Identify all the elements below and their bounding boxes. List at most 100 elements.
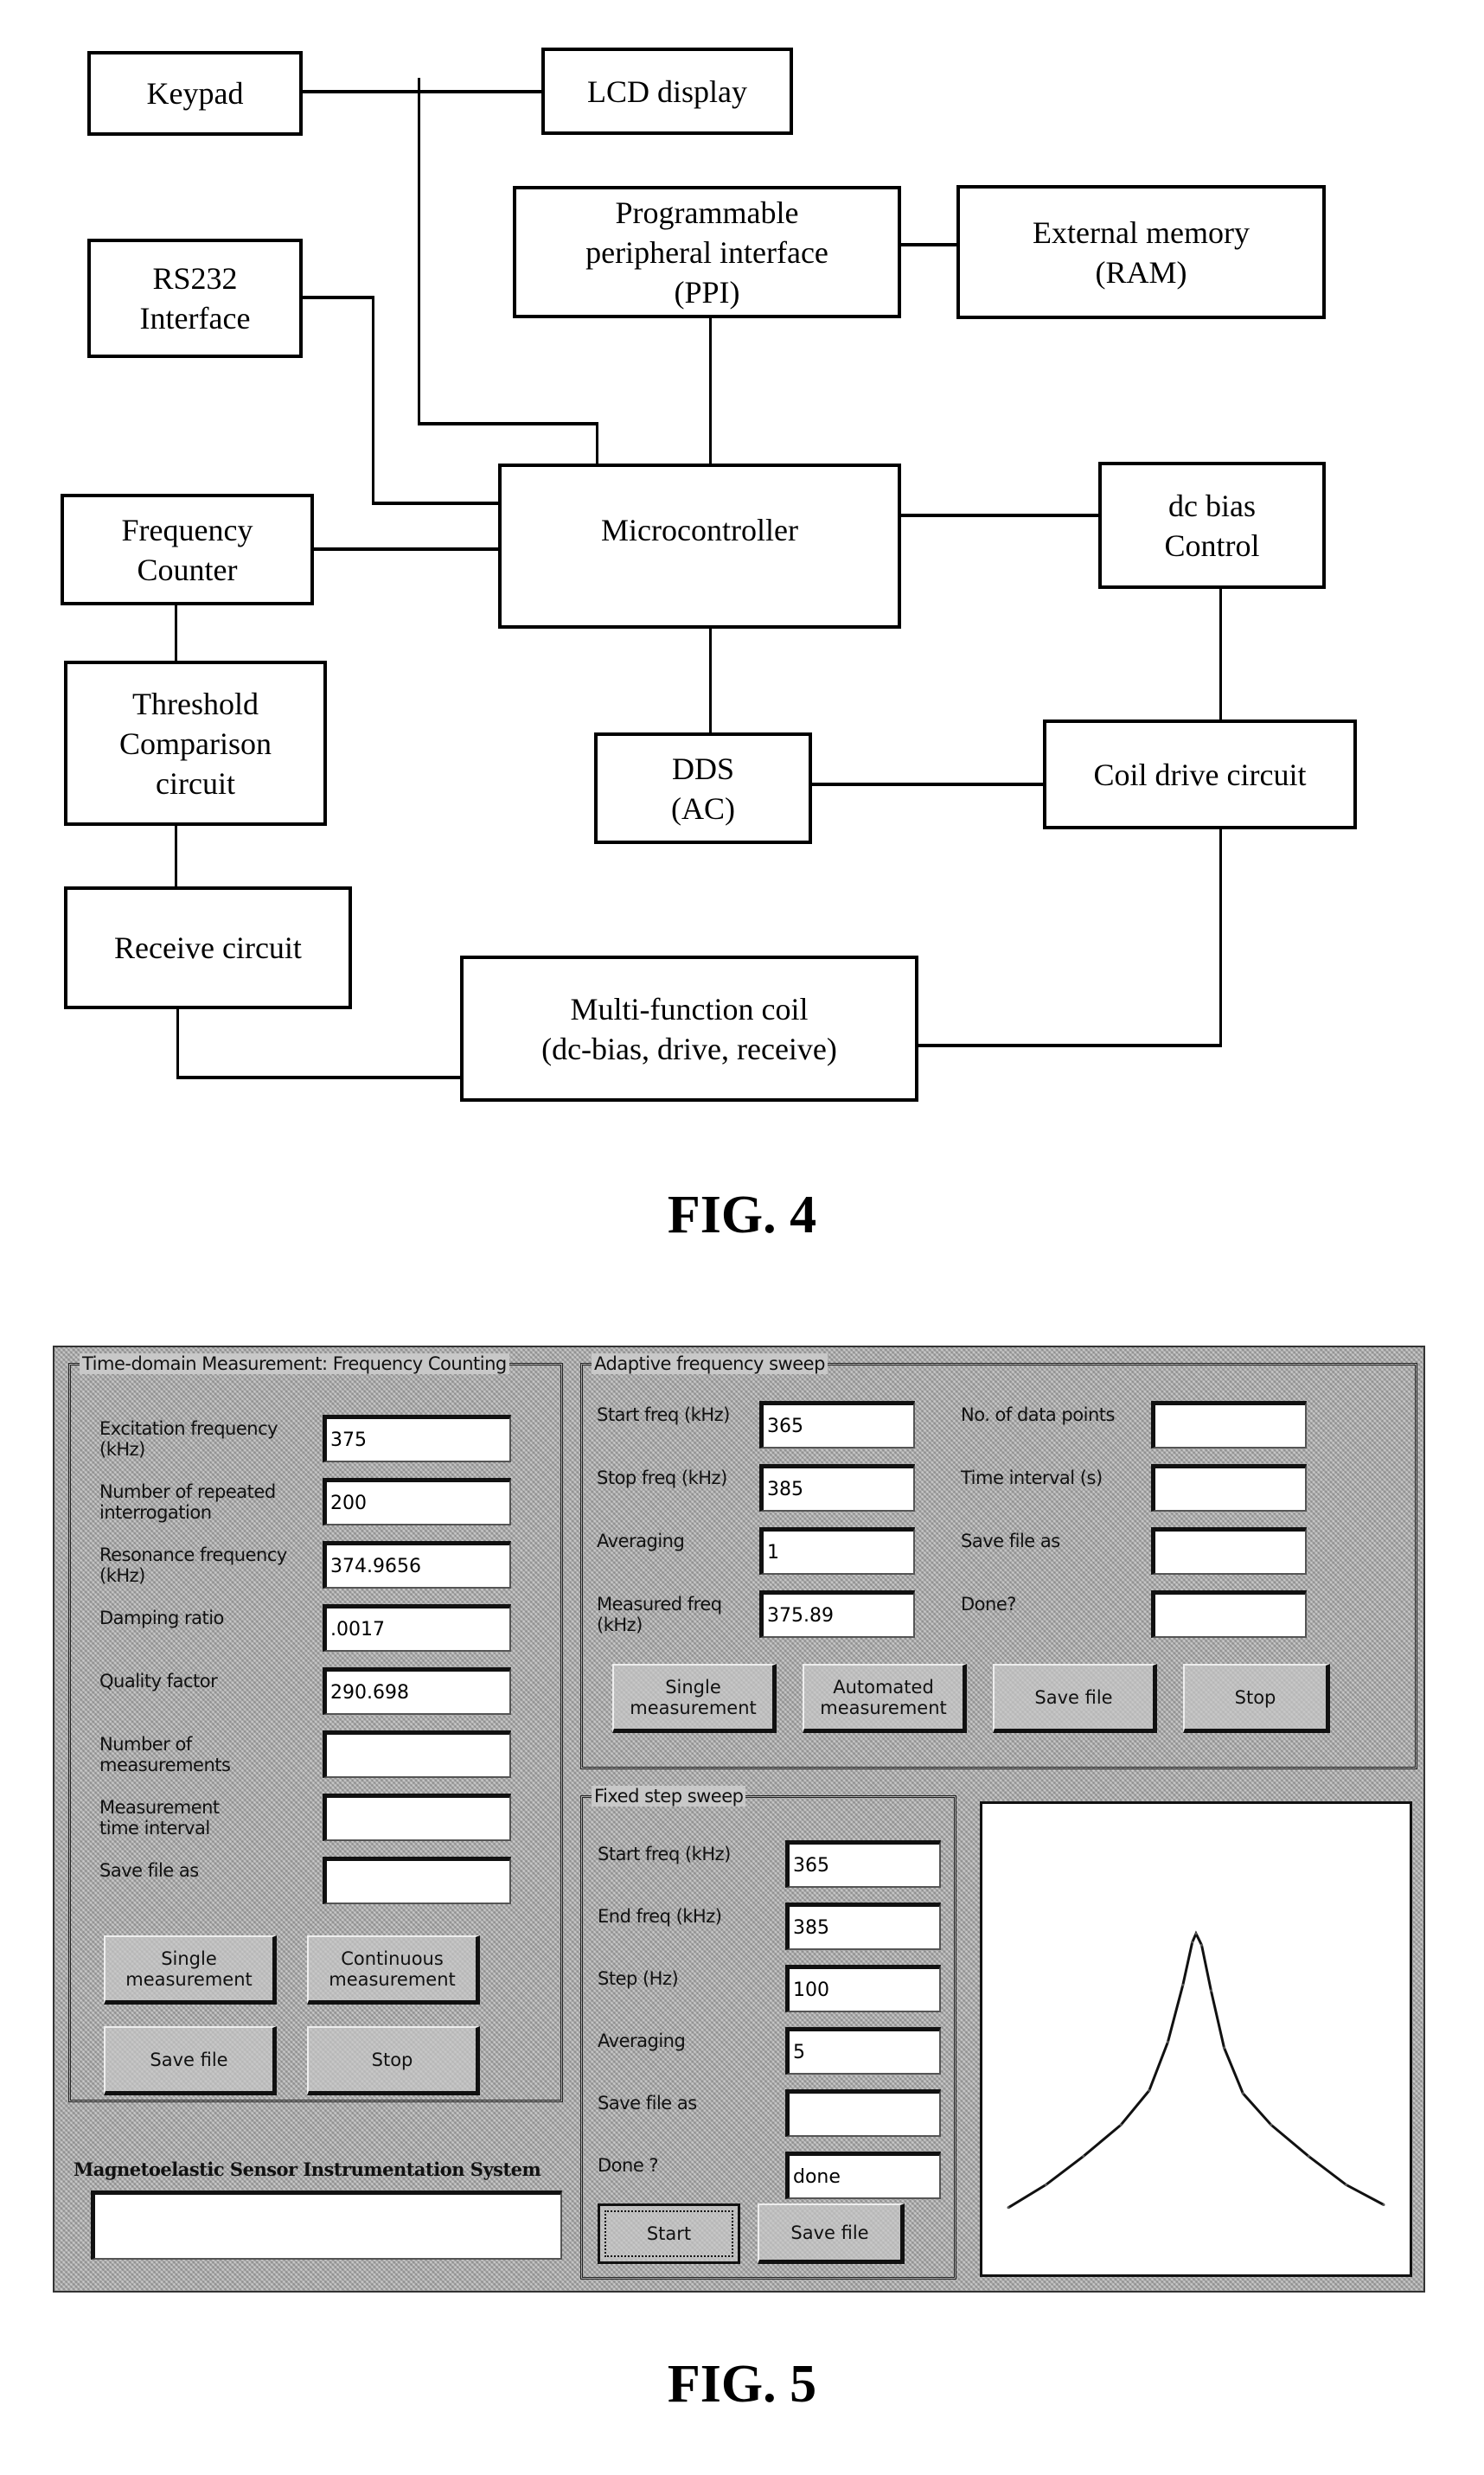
td-stop-button[interactable]: Stop bbox=[307, 2026, 480, 2095]
resonance-plot bbox=[980, 1801, 1412, 2277]
fs-start-button[interactable]: Start bbox=[598, 2203, 740, 2264]
ad-right-field-label-2: Save file as bbox=[961, 1531, 1060, 1551]
data-point bbox=[1007, 2206, 1010, 2210]
td-field-input-0[interactable] bbox=[323, 1415, 511, 1462]
wire-bus-down bbox=[596, 422, 598, 464]
instrumentation-window: Time-domain Measurement: Frequency Count… bbox=[53, 1346, 1425, 2293]
data-point bbox=[1166, 2040, 1169, 2043]
ad-right-field-label-1: Time interval (s) bbox=[961, 1468, 1103, 1488]
wire-bus-horizontal bbox=[418, 422, 598, 425]
block-ppi: Programmable peripheral interface (PPI) bbox=[513, 186, 901, 318]
wire-micro-dcbias bbox=[901, 514, 1098, 517]
app-title: Magnetoelastic Sensor Instrumentation Sy… bbox=[74, 2158, 541, 2180]
fs-field-label-1: End freq (kHz) bbox=[598, 1906, 722, 1927]
ad-right-field-input-3[interactable] bbox=[1151, 1590, 1307, 1638]
ad-left-field-input-0[interactable] bbox=[759, 1401, 915, 1449]
td-field-input-6[interactable] bbox=[323, 1794, 511, 1841]
wire-micro-dds bbox=[709, 629, 712, 732]
ad-right-field-input-1[interactable] bbox=[1151, 1464, 1307, 1512]
td-single-measurement-button[interactable]: Single measurement bbox=[104, 1935, 277, 2005]
td-field-input-2[interactable] bbox=[323, 1541, 511, 1589]
data-point bbox=[1209, 1989, 1212, 1992]
wire-rs232-micro bbox=[372, 502, 498, 505]
ad-save-file-button[interactable]: Save file bbox=[993, 1664, 1157, 1733]
wire-rs232-h bbox=[303, 296, 374, 299]
fs-field-input-5[interactable] bbox=[785, 2152, 941, 2199]
data-point bbox=[1345, 2183, 1348, 2186]
wire-freq-threshold bbox=[175, 605, 177, 661]
wire-bus-vertical bbox=[418, 78, 420, 424]
block-coil-drive: Coil drive circuit bbox=[1043, 719, 1357, 829]
resonance-curve bbox=[1007, 1930, 1385, 2210]
td-field-label-4: Quality factor bbox=[99, 1671, 218, 1692]
fs-field-input-0[interactable] bbox=[785, 1840, 941, 1888]
wire-coildrive-coil bbox=[918, 1044, 1222, 1047]
group-adaptive-sweep-title: Adaptive frequency sweep bbox=[592, 1353, 828, 1374]
fs-field-input-4[interactable] bbox=[785, 2089, 941, 2137]
group-fixed-step-sweep-title: Fixed step sweep bbox=[592, 1786, 746, 1807]
wire-threshold-receive bbox=[175, 826, 177, 886]
resonance-plot-svg bbox=[1007, 1930, 1385, 2210]
fs-field-label-0: Start freq (kHz) bbox=[598, 1844, 731, 1864]
td-field-input-4[interactable] bbox=[323, 1667, 511, 1715]
ad-left-field-label-0: Start freq (kHz) bbox=[597, 1404, 730, 1425]
td-field-input-1[interactable] bbox=[323, 1478, 511, 1525]
data-point bbox=[1241, 2092, 1244, 2095]
fs-field-label-3: Averaging bbox=[598, 2031, 686, 2051]
td-field-input-7[interactable] bbox=[323, 1857, 511, 1904]
td-field-label-7: Save file as bbox=[99, 1860, 199, 1881]
td-field-input-5[interactable] bbox=[323, 1730, 511, 1778]
data-point bbox=[1044, 2183, 1047, 2186]
ad-left-field-input-2[interactable] bbox=[759, 1527, 915, 1575]
fs-field-input-2[interactable] bbox=[785, 1965, 941, 2012]
data-point bbox=[1194, 1932, 1198, 1935]
ad-right-field-input-0[interactable] bbox=[1151, 1401, 1307, 1449]
block-dds: DDS (AC) bbox=[594, 732, 812, 844]
ad-left-field-label-3: Measured freq (kHz) bbox=[597, 1594, 722, 1635]
data-point bbox=[1181, 1983, 1185, 1986]
td-field-label-5: Number of measurements bbox=[99, 1734, 231, 1775]
ad-single-measurement-button[interactable]: Single measurement bbox=[612, 1664, 777, 1733]
td-field-label-2: Resonance frequency (kHz) bbox=[99, 1544, 287, 1586]
fig5-label: FIG. 5 bbox=[667, 2355, 817, 2414]
ad-left-field-input-3[interactable] bbox=[759, 1590, 915, 1638]
fs-field-label-5: Done ? bbox=[598, 2155, 659, 2176]
ad-left-field-label-1: Stop freq (kHz) bbox=[597, 1468, 727, 1488]
td-field-label-3: Damping ratio bbox=[99, 1608, 224, 1628]
ad-left-field-label-2: Averaging bbox=[597, 1531, 685, 1551]
wire-coildrive-down bbox=[1219, 829, 1222, 1046]
wire-receive-down bbox=[176, 1009, 179, 1078]
fs-field-input-3[interactable] bbox=[785, 2027, 941, 2075]
block-frequency-counter: Frequency Counter bbox=[61, 494, 314, 605]
block-rs232: RS232 Interface bbox=[87, 239, 303, 358]
wire-ppi-ram bbox=[901, 243, 956, 246]
block-external-memory: External memory (RAM) bbox=[956, 185, 1326, 319]
data-point bbox=[1200, 1943, 1204, 1947]
td-field-input-3[interactable] bbox=[323, 1604, 511, 1652]
block-keypad: Keypad bbox=[87, 51, 303, 136]
block-receive-circuit: Receive circuit bbox=[64, 886, 352, 1009]
td-field-label-0: Excitation frequency (kHz) bbox=[99, 1418, 278, 1460]
wire-rs232-v bbox=[372, 296, 374, 503]
ad-stop-button[interactable]: Stop bbox=[1183, 1664, 1330, 1733]
fs-field-label-4: Save file as bbox=[598, 2093, 697, 2114]
fs-save-file-button[interactable]: Save file bbox=[758, 2203, 905, 2264]
ad-right-field-input-2[interactable] bbox=[1151, 1527, 1307, 1575]
data-point bbox=[1119, 2123, 1123, 2126]
ad-right-field-label-0: No. of data points bbox=[961, 1404, 1115, 1425]
fs-field-label-2: Step (Hz) bbox=[598, 1968, 679, 1989]
block-lcd-display: LCD display bbox=[541, 48, 793, 135]
ad-automated-measurement-button[interactable]: Automated measurement bbox=[803, 1664, 967, 1733]
wire-dds-coildrive bbox=[812, 783, 1043, 786]
wire-freq-micro bbox=[314, 547, 498, 551]
status-field[interactable] bbox=[91, 2190, 562, 2260]
td-field-label-1: Number of repeated interrogation bbox=[99, 1481, 276, 1523]
ad-right-field-label-3: Done? bbox=[961, 1594, 1016, 1615]
td-save-file-button[interactable]: Save file bbox=[104, 2026, 277, 2095]
ad-left-field-input-1[interactable] bbox=[759, 1464, 915, 1512]
data-point bbox=[1148, 2089, 1151, 2092]
td-continuous-measurement-button[interactable]: Continuous measurement bbox=[307, 1935, 480, 2005]
fig4-label: FIG. 4 bbox=[667, 1186, 817, 1244]
block-multi-function-coil: Multi-function coil (dc-bias, drive, rec… bbox=[460, 956, 918, 1102]
fs-field-input-1[interactable] bbox=[785, 1903, 941, 1950]
